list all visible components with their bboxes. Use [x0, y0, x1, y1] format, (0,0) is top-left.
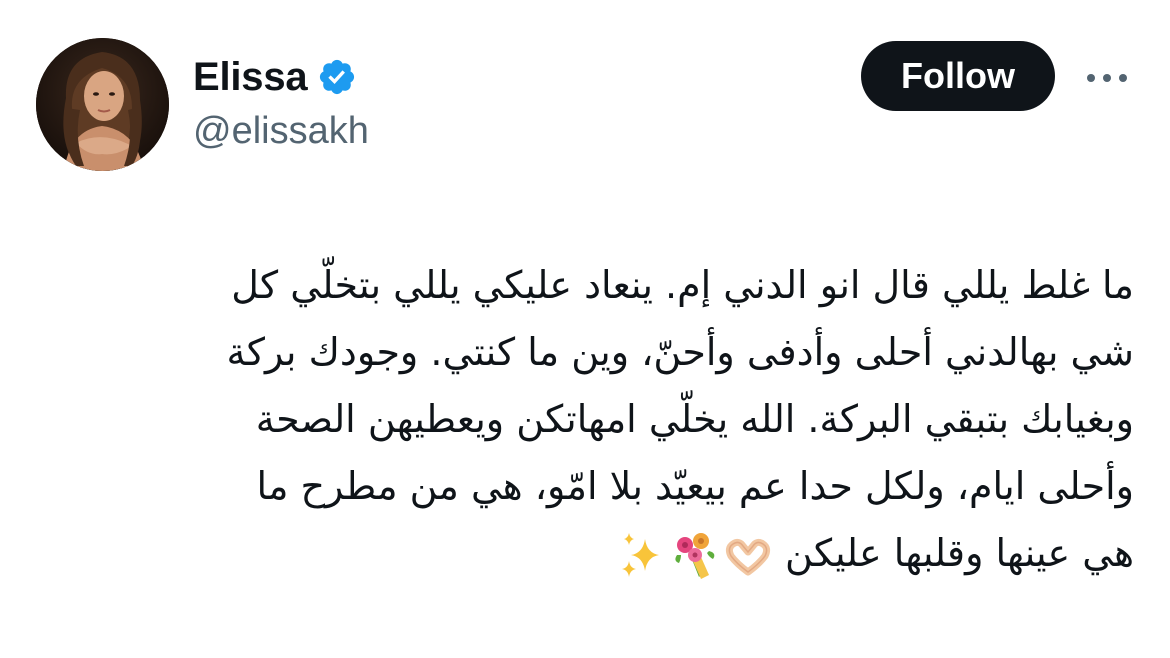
profile-photo-icon	[36, 38, 169, 171]
author-handle[interactable]: @elissakh	[193, 110, 369, 153]
tweet-card: Elissa @elissakh Follow ما غلط يللي قال …	[0, 0, 1170, 658]
tweet-text-last-line: هي عينها وقلبها عليكن	[36, 520, 1134, 587]
more-horizontal-icon	[1087, 74, 1127, 82]
tweet-text-line: وأحلى ايام، ولكل حدا عم بيعيّد بلا امّو،…	[256, 464, 1134, 508]
sparkles-emoji-icon	[619, 531, 665, 581]
verified-badge-icon[interactable]	[317, 57, 357, 97]
heart-hands-emoji-icon	[725, 536, 771, 576]
author-name-row[interactable]: Elissa	[193, 52, 357, 102]
tweet-text-line: هي عينها وقلبها عليكن	[785, 531, 1134, 575]
follow-button[interactable]: Follow	[861, 41, 1055, 111]
tweet-text-line: وبغيابك بتبقي البركة. الله يخلّي امهاتكن…	[255, 397, 1134, 441]
tweet-text: ما غلط يللي قال انو الدني إم. ينعاد عليك…	[36, 252, 1134, 587]
author-display-name[interactable]: Elissa	[193, 55, 308, 100]
tweet-text-line: شي بهالدني أحلى وأدفى وأحنّ، وين ما كنتي…	[226, 330, 1134, 374]
tweet-text-line: ما غلط يللي قال انو الدني إم. ينعاد عليك…	[231, 263, 1134, 307]
bouquet-emoji-icon	[671, 531, 719, 581]
avatar[interactable]	[36, 38, 169, 171]
more-options-button[interactable]	[1082, 58, 1132, 98]
